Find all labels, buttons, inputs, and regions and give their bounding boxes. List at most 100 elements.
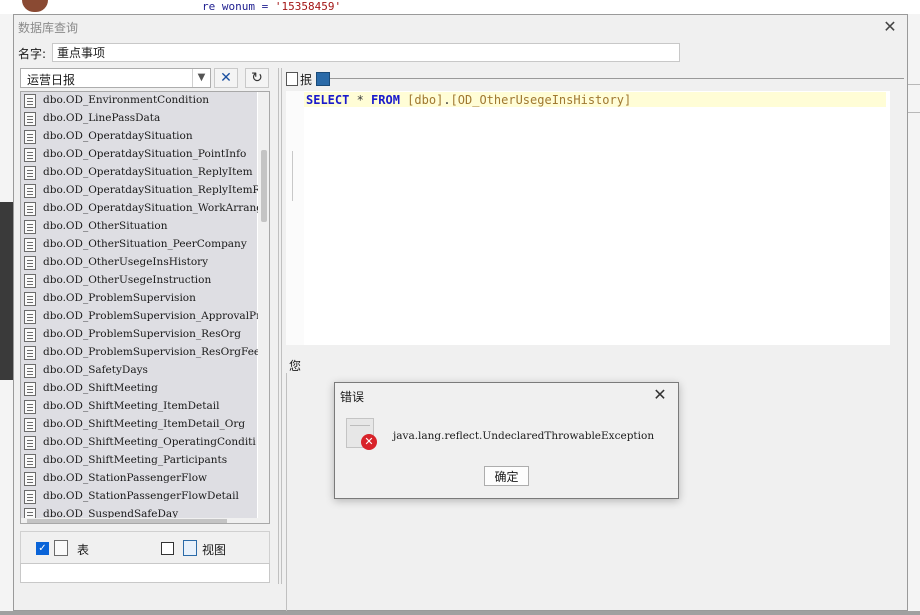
table-list-item[interactable]: dbo.OD_LinePassData	[23, 110, 259, 128]
table-file-icon	[24, 274, 36, 288]
table-item-label: dbo.OD_OtherUsegeInstruction	[43, 274, 212, 286]
table-item-label: dbo.OD_ProblemSupervision_ResOrgFeed	[43, 346, 259, 358]
table-list-item[interactable]: dbo.OD_StationPassengerFlowDetail	[23, 488, 259, 506]
table-list-item[interactable]: dbo.OD_ProblemSupervision_ResOrgFeed	[23, 344, 259, 362]
background-app-header	[0, 0, 920, 14]
table-file-icon	[24, 382, 36, 396]
table-file-icon	[24, 166, 36, 180]
table-list-item[interactable]: dbo.OD_ProblemSupervision	[23, 290, 259, 308]
error-dialog-close-button[interactable]: ✕	[650, 385, 670, 405]
table-item-label: dbo.OD_OtherSituation_PeerCompany	[43, 238, 247, 250]
result-status-text: 您	[289, 359, 302, 373]
table-file-icon	[24, 94, 36, 108]
sql-select-keyword: SELECT	[306, 93, 350, 107]
scrollbar-thumb[interactable]	[261, 150, 267, 222]
table-item-label: dbo.OD_StationPassengerFlowDetail	[43, 490, 239, 502]
table-list-item[interactable]: dbo.OD_ShiftMeeting	[23, 380, 259, 398]
table-list-item[interactable]: dbo.OD_ProblemSupervision_ResOrg	[23, 326, 259, 344]
table-checkbox[interactable]: ✓	[36, 542, 49, 555]
background-code-literal: '15358459'	[274, 0, 342, 13]
category-select[interactable]: 运营日报 ▼	[20, 68, 211, 88]
error-dialog-title: 错误	[340, 390, 365, 404]
table-item-label: dbo.OD_ProblemSupervision_ApprovalPr	[43, 310, 259, 322]
table-file-icon	[24, 256, 36, 270]
refresh-button[interactable]: ↻	[245, 68, 269, 88]
table-file-icon	[24, 238, 36, 252]
table-list-item[interactable]: dbo.OD_OperatdaySituation_ReplyItemR	[23, 182, 259, 200]
table-list-item[interactable]: dbo.OD_OtherSituation_PeerCompany	[23, 236, 259, 254]
view-checkbox[interactable]	[161, 542, 174, 555]
error-message: java.lang.reflect.UndeclaredThrowableExc…	[393, 430, 655, 442]
table-list-item[interactable]: dbo.OD_OperatdaySituation	[23, 128, 259, 146]
table-list-item[interactable]: dbo.OD_OperatdaySituation_ReplyItem	[23, 164, 259, 182]
error-icon: ✕	[346, 418, 377, 452]
table-item-label: dbo.OD_SafetyDays	[43, 364, 148, 376]
filter-input[interactable]	[20, 563, 270, 583]
tab-divider	[330, 78, 904, 79]
pane-splitter[interactable]	[278, 68, 282, 584]
table-file-icon	[24, 130, 36, 144]
tools-button[interactable]: ✕	[214, 68, 238, 88]
category-selected-value: 运营日报	[27, 73, 76, 87]
chevron-down-icon: ▼	[192, 69, 210, 87]
table-file-icon	[24, 490, 36, 504]
name-input[interactable]	[52, 43, 680, 62]
save-icon[interactable]	[316, 72, 330, 86]
table-item-label: dbo.OD_EnvironmentCondition	[43, 94, 210, 106]
table-file-icon	[24, 400, 36, 414]
close-icon: ✕	[883, 17, 897, 36]
document-icon[interactable]	[286, 72, 298, 86]
table-file-icon	[24, 202, 36, 216]
table-item-label: dbo.OD_ShiftMeeting_Participants	[43, 454, 228, 466]
background-right-strip	[907, 14, 920, 615]
table-checkbox-label: 表	[77, 543, 90, 557]
table-list-item[interactable]: dbo.OD_ProblemSupervision_ApprovalPr	[23, 308, 259, 326]
table-item-label: dbo.OD_ShiftMeeting_OperatingConditi	[43, 436, 256, 448]
table-list-item[interactable]: dbo.OD_StationPassengerFlow	[23, 470, 259, 488]
close-icon: ✕	[653, 385, 667, 404]
sql-editor[interactable]: SELECT * FROM [dbo].[OD_OtherUsegeInsHis…	[286, 91, 890, 345]
object-type-filter: ✓ 表 视图	[20, 531, 270, 565]
vertical-scrollbar[interactable]	[258, 92, 269, 523]
table-list-item[interactable]: dbo.OD_SafetyDays	[23, 362, 259, 380]
table-file-icon	[24, 148, 36, 162]
horizontal-scrollbar[interactable]	[21, 518, 258, 523]
table-list-item[interactable]: dbo.OD_ShiftMeeting_OperatingConditi	[23, 434, 259, 452]
refresh-icon: ↻	[251, 70, 263, 86]
table-file-icon	[24, 328, 36, 342]
background-code-prefix: re wonum =	[202, 0, 275, 13]
query-pane: 抿 SELECT * FROM [dbo].[OD_OtherUsegeInsH…	[286, 67, 904, 611]
view-icon	[183, 540, 197, 556]
table-item-label: dbo.OD_OperatdaySituation_WorkArrang	[43, 202, 259, 214]
error-x-icon: ✕	[361, 434, 377, 450]
view-checkbox-label: 视图	[202, 543, 227, 557]
editor-gutter	[286, 91, 304, 345]
wrench-icon: ✕	[220, 70, 232, 86]
sql-text: SELECT * FROM [dbo].[OD_OtherUsegeInsHis…	[306, 93, 631, 107]
table-list-item[interactable]: dbo.OD_OperatdaySituation_PointInfo	[23, 146, 259, 164]
table-file-icon	[24, 184, 36, 198]
table-item-label: dbo.OD_ShiftMeeting	[43, 382, 158, 394]
table-item-label: dbo.OD_StationPassengerFlow	[43, 472, 208, 484]
sql-table-name: [OD_OtherUsegeInsHistory]	[450, 93, 632, 107]
table-list-item[interactable]: dbo.OD_OperatdaySituation_WorkArrang	[23, 200, 259, 218]
table-item-label: dbo.OD_OperatdaySituation	[43, 130, 193, 142]
table-file-icon	[24, 418, 36, 432]
dialog-close-button[interactable]: ✕	[879, 17, 901, 37]
table-list-item[interactable]: dbo.OD_OtherUsegeInstruction	[23, 272, 259, 290]
sql-from-keyword: FROM	[371, 93, 400, 107]
table-list[interactable]: dbo.OD_EnvironmentCondition dbo.OD_LinePa…	[20, 91, 270, 524]
table-item-label: dbo.OD_LinePassData	[43, 112, 161, 124]
table-list-item[interactable]: dbo.OD_ShiftMeeting_Participants	[23, 452, 259, 470]
fold-marker	[292, 151, 293, 201]
table-list-item[interactable]: dbo.OD_ShiftMeeting_ItemDetail	[23, 398, 259, 416]
ok-button[interactable]: 确定	[484, 466, 529, 486]
table-list-item[interactable]: dbo.OD_OtherUsegeInsHistory	[23, 254, 259, 272]
scrollbar-thumb[interactable]	[27, 519, 227, 523]
table-list-item[interactable]: dbo.OD_ShiftMeeting_ItemDetail_Org	[23, 416, 259, 434]
table-list-item[interactable]: dbo.OD_EnvironmentCondition	[23, 92, 259, 110]
background-code-line: re wonum = '15358459'	[202, 0, 341, 13]
table-item-label: dbo.OD_OperatdaySituation_PointInfo	[43, 148, 247, 160]
result-area-border	[286, 373, 287, 611]
table-list-item[interactable]: dbo.OD_OtherSituation	[23, 218, 259, 236]
